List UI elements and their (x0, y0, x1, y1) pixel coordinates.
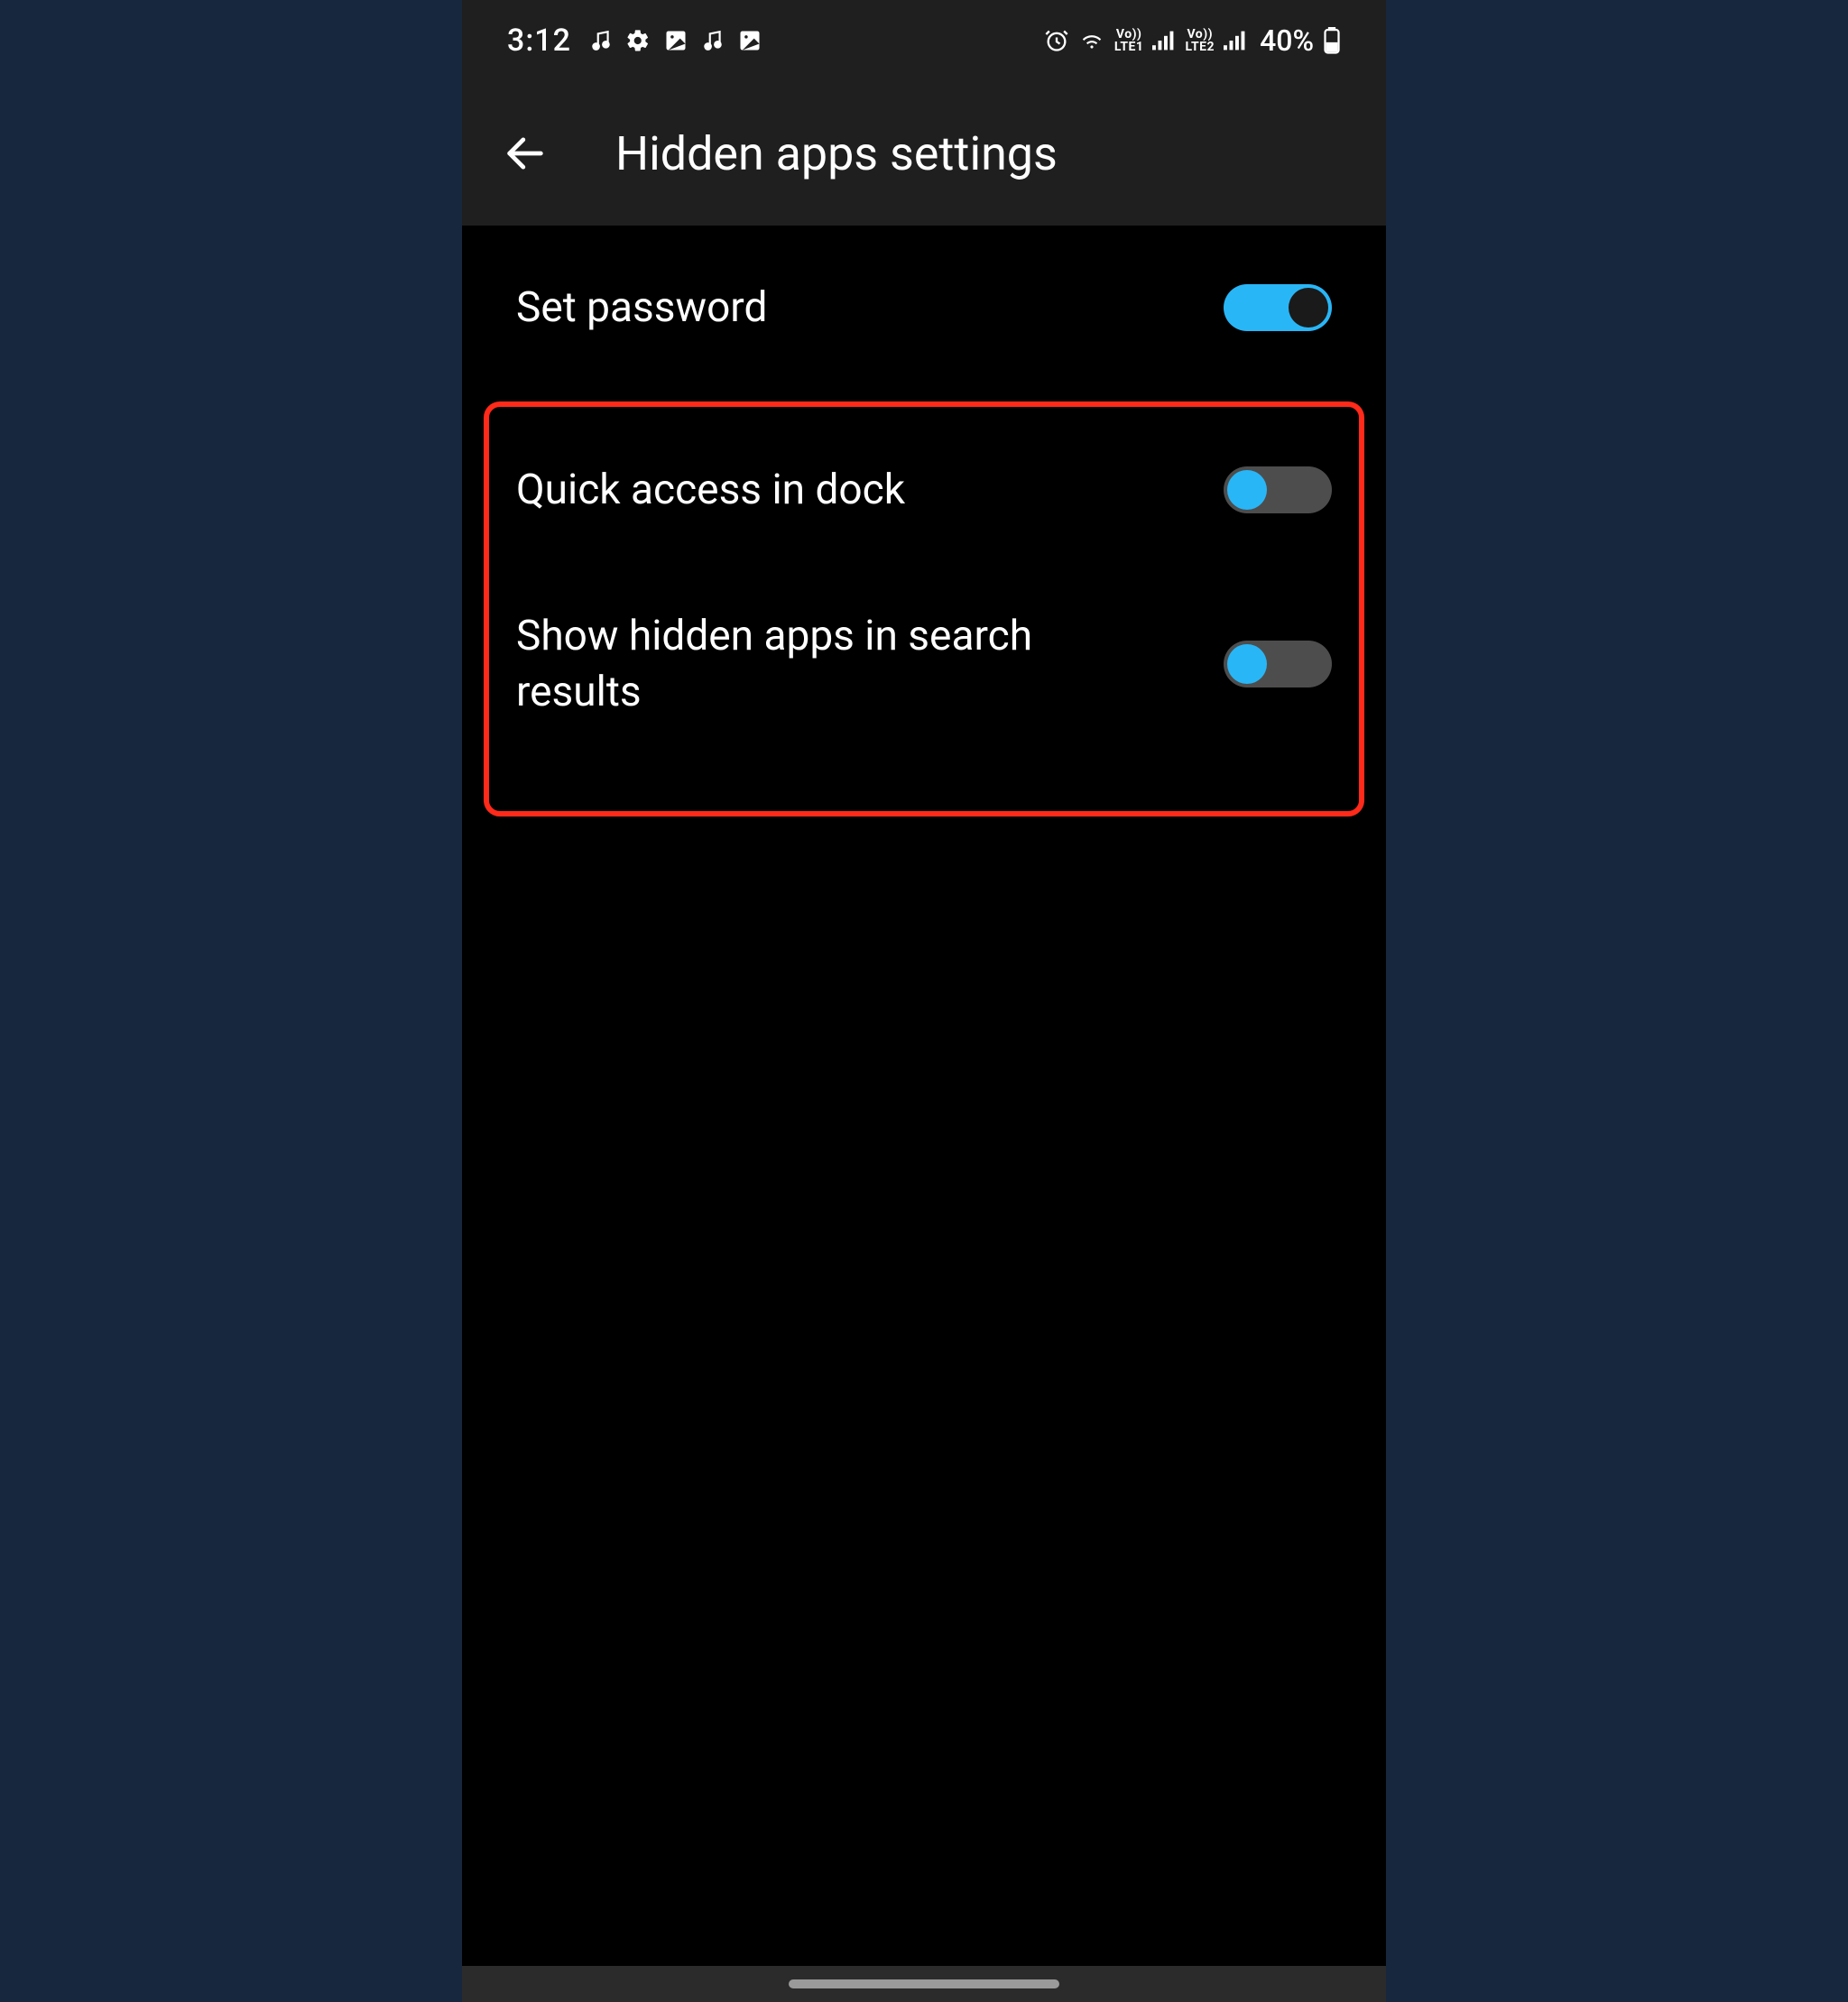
lte1-indicator: Vo)) LTE1 (1114, 28, 1144, 53)
toggle-thumb (1289, 288, 1328, 328)
image-icon (663, 28, 688, 53)
stage: 3:12 (0, 0, 1848, 2002)
lte1-bot: LTE1 (1114, 41, 1144, 53)
gear-icon (625, 28, 651, 53)
status-bar-right: Vo)) LTE1 Vo)) LTE2 40% (1044, 23, 1341, 58)
lte2-top: Vo)) (1187, 28, 1213, 41)
battery-percent: 40% (1260, 23, 1314, 58)
gesture-nav-pill (789, 1979, 1059, 1988)
setting-label: Set password (516, 280, 767, 336)
toggle-quick-access[interactable] (1224, 466, 1332, 513)
app-bar: Hidden apps settings (462, 81, 1386, 226)
gesture-nav-bar[interactable] (462, 1966, 1386, 2002)
setting-label: Quick access in dock (516, 462, 905, 518)
setting-label: Show hidden apps in search results (516, 608, 1076, 720)
wifi-icon (1078, 29, 1105, 52)
lte2-bot: LTE2 (1185, 41, 1215, 53)
toggle-thumb (1227, 644, 1267, 684)
music-note-icon-2 (701, 27, 725, 54)
status-bar-left: 3:12 (507, 23, 762, 59)
battery-icon (1323, 27, 1341, 54)
signal-bars-1-icon (1152, 30, 1176, 51)
lte1-top: Vo)) (1116, 28, 1142, 41)
setting-row-show-hidden-search[interactable]: Show hidden apps in search results (462, 554, 1386, 774)
settings-content: Set password Quick access in dock Show h… (462, 226, 1386, 2002)
status-time: 3:12 (507, 23, 571, 59)
signal-bars-2-icon (1224, 30, 1247, 51)
status-bar: 3:12 (462, 0, 1386, 81)
setting-row-quick-access[interactable]: Quick access in dock (462, 372, 1386, 554)
back-button[interactable] (498, 126, 552, 180)
page-title: Hidden apps settings (615, 126, 1058, 181)
alarm-icon (1044, 28, 1069, 53)
lte2-indicator: Vo)) LTE2 (1185, 28, 1215, 53)
arrow-left-icon (502, 130, 549, 177)
toggle-thumb (1227, 470, 1267, 510)
image-icon-2 (737, 28, 762, 53)
toggle-set-password[interactable] (1224, 284, 1332, 331)
setting-row-set-password[interactable]: Set password (462, 244, 1386, 372)
toggle-show-hidden-search[interactable] (1224, 641, 1332, 687)
music-note-icon (589, 27, 613, 54)
phone-frame: 3:12 (462, 0, 1386, 2002)
